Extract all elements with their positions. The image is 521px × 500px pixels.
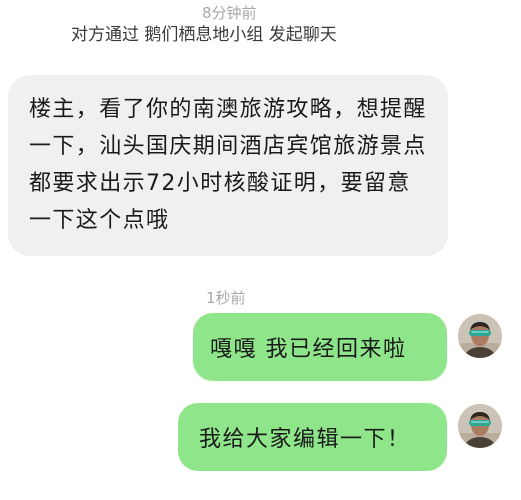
user-avatar-icon[interactable] [458, 314, 502, 358]
outgoing-message-text: 我给大家编辑一下！ [199, 427, 411, 452]
outgoing-message-text: 嘎嘎 我已经回来啦 [210, 337, 407, 362]
avatar-graphic [458, 314, 502, 358]
outgoing-message-bubble[interactable]: 嘎嘎 我已经回来啦 [193, 313, 447, 381]
avatar-graphic [458, 404, 502, 448]
outgoing-message-bubble[interactable]: 我给大家编辑一下！ [178, 403, 447, 471]
system-message: 对方通过 鹅们栖息地小组 发起聊天 [71, 25, 337, 45]
incoming-message-bubble[interactable]: 楼主，看了你的南澳旅游攻略，想提醒一下，汕头国庆期间酒店宾馆旅游景点都要求出示7… [8, 75, 448, 256]
timestamp-mid: 1秒前 [206, 289, 246, 307]
user-avatar-icon[interactable] [458, 404, 502, 448]
incoming-message-text: 楼主，看了你的南澳旅游攻略，想提醒一下，汕头国庆期间酒店宾馆旅游景点都要求出示7… [29, 97, 427, 233]
timestamp-top: 8分钟前 [202, 4, 257, 22]
